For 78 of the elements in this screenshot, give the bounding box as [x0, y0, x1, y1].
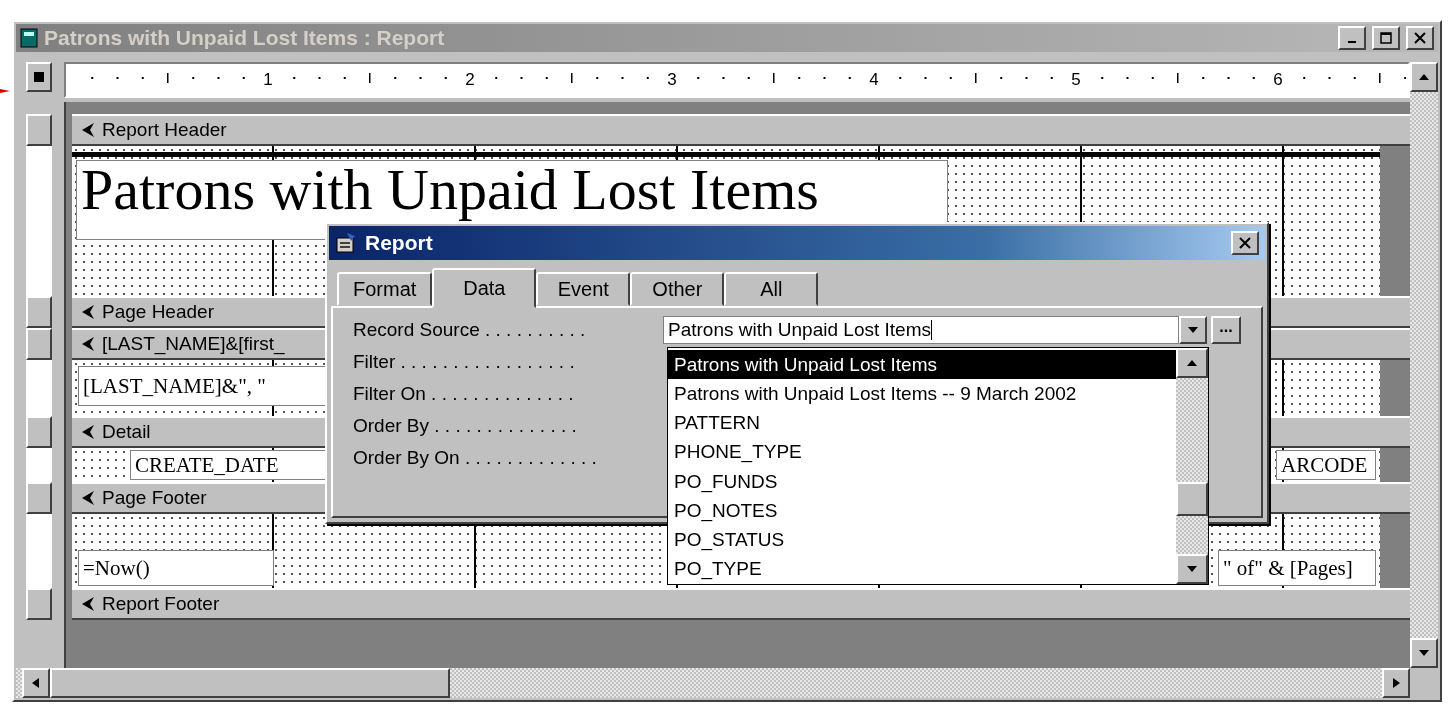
- tab[interactable]: Data: [432, 268, 537, 308]
- section-arrow-icon: [80, 490, 96, 506]
- section-selector[interactable]: [26, 296, 52, 328]
- ruler-segment: [26, 448, 52, 482]
- maximize-icon: [1380, 32, 1392, 44]
- list-item[interactable]: PHONE_TYPE: [668, 437, 1176, 467]
- vertical-scrollbar[interactable]: [1410, 62, 1438, 668]
- list-scrollbar[interactable]: [1176, 348, 1208, 584]
- section-arrow-icon: [80, 304, 96, 320]
- close-button[interactable]: [1406, 26, 1434, 50]
- select-report-button[interactable]: [26, 62, 52, 92]
- section-title: Page Footer: [102, 487, 207, 509]
- scroll-down-button[interactable]: [1176, 554, 1208, 584]
- section-bar[interactable]: Report Footer: [72, 588, 1410, 620]
- scroll-right-button[interactable]: [1382, 668, 1410, 698]
- list-item[interactable]: Patrons with Unpaid Lost Items: [668, 350, 1176, 380]
- record-source-field[interactable]: Patrons with Unpaid Lost Items: [663, 316, 1179, 344]
- section-arrow-icon: [80, 122, 96, 138]
- scroll-up-button[interactable]: [1176, 348, 1208, 378]
- close-icon: [1239, 237, 1251, 249]
- list-item[interactable]: PO_STATUS: [668, 525, 1176, 555]
- horizontal-scrollbar[interactable]: [16, 668, 1410, 698]
- tab[interactable]: All: [724, 272, 819, 306]
- section-selector[interactable]: [26, 482, 52, 514]
- list-item[interactable]: Patrons with Unpaid Lost Items -- 9 March 2002: [668, 379, 1176, 409]
- field-control[interactable]: " of" & [Pages]: [1218, 550, 1376, 586]
- list-item[interactable]: PO_NOTES: [668, 496, 1176, 526]
- ruler-segment: [26, 360, 52, 416]
- property-label: Order By On . . . . . . . . . . . . .: [353, 447, 598, 469]
- up-arrow-icon: [1418, 72, 1430, 82]
- property-label: Filter . . . . . . . . . . . . . . . . .: [353, 351, 576, 373]
- down-arrow-icon: [1186, 564, 1198, 574]
- tab[interactable]: Format: [337, 272, 433, 306]
- section-arrow-icon: [80, 336, 96, 352]
- report-icon: [20, 28, 38, 48]
- minimize-button[interactable]: [1338, 26, 1366, 50]
- right-arrow-icon: [1390, 678, 1402, 688]
- section-bar[interactable]: Report Header: [72, 114, 1410, 146]
- field-control[interactable]: ARCODE: [1276, 450, 1376, 480]
- close-button[interactable]: [1231, 231, 1259, 255]
- left-arrow-icon: [30, 678, 42, 688]
- scroll-thumb[interactable]: [1176, 482, 1208, 516]
- square-icon: [34, 72, 44, 82]
- field-control[interactable]: =Now(): [78, 550, 274, 586]
- section-arrow-icon: [80, 596, 96, 612]
- scroll-up-button[interactable]: [1410, 62, 1438, 92]
- build-button[interactable]: ...: [1211, 316, 1241, 344]
- window-title: Patrons with Unpaid Lost Items : Report: [44, 26, 446, 50]
- property-label: Order By . . . . . . . . . . . . . .: [353, 415, 578, 437]
- list-item[interactable]: PO_TYPE: [668, 554, 1176, 584]
- close-icon: [1414, 32, 1426, 44]
- minimize-icon: [1348, 41, 1356, 43]
- dropdown-button[interactable]: [1179, 316, 1207, 344]
- scroll-left-button[interactable]: [22, 668, 50, 698]
- property-label: Filter On . . . . . . . . . . . . . .: [353, 383, 575, 405]
- property-label: Record Source . . . . . . . . . .: [353, 319, 587, 341]
- section-title: Detail: [102, 421, 151, 443]
- down-arrow-icon: [1418, 648, 1430, 658]
- maximize-button[interactable]: [1372, 26, 1400, 50]
- properties-icon: [335, 232, 357, 254]
- section-selector[interactable]: [26, 114, 52, 146]
- list-item[interactable]: PATTERN: [668, 408, 1176, 438]
- pointer-arrow-icon: [0, 86, 10, 96]
- section-title: [LAST_NAME]&[first_: [102, 333, 285, 355]
- tab[interactable]: Other: [630, 272, 725, 306]
- scroll-thumb[interactable]: [50, 668, 450, 698]
- section-selector[interactable]: [26, 328, 52, 360]
- section-selector[interactable]: [26, 416, 52, 448]
- section-title: Report Footer: [102, 593, 220, 615]
- section-arrow-icon: [80, 424, 96, 440]
- section-title: Page Header: [102, 301, 214, 323]
- up-arrow-icon: [1186, 358, 1198, 368]
- section-selector[interactable]: [26, 588, 52, 620]
- down-arrow-icon: [1187, 325, 1199, 335]
- section-title: Report Header: [102, 119, 227, 141]
- tab[interactable]: Event: [536, 272, 631, 306]
- scroll-down-button[interactable]: [1410, 638, 1438, 668]
- list-item[interactable]: PO_FUNDS: [668, 467, 1176, 497]
